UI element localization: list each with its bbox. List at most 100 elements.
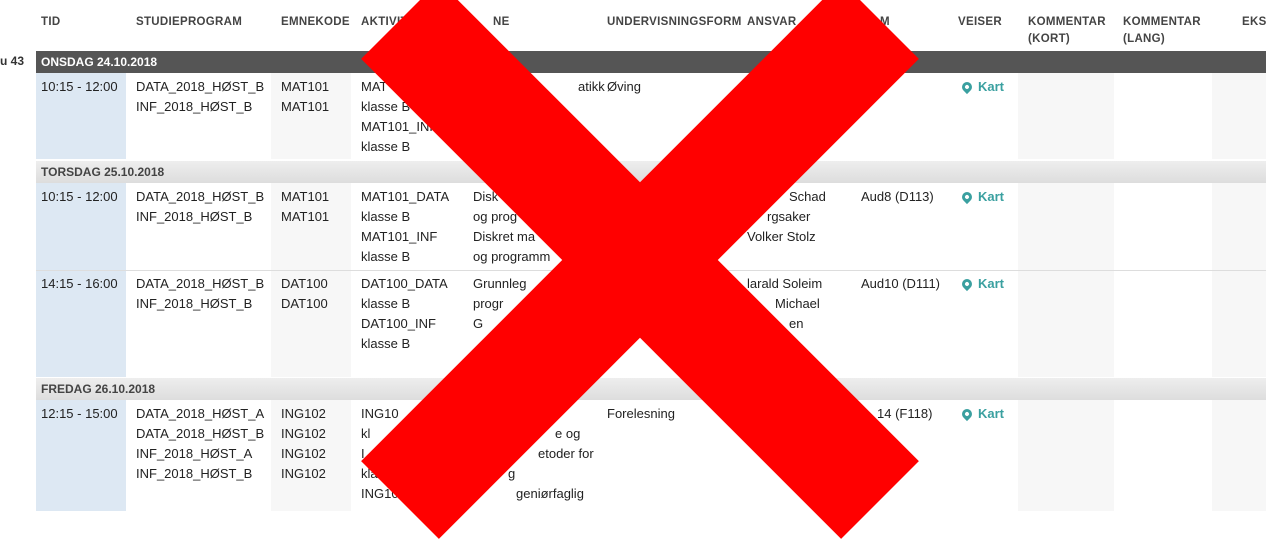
activity-item: I (361, 446, 365, 461)
code-cell: DAT100 DAT100 (281, 274, 328, 314)
program-item: DATA_2018_HØST_B (136, 189, 265, 204)
course-cell: Grunnleg progr G (473, 274, 526, 334)
course-cell: e og etoder for g geniørfaglig (508, 424, 594, 504)
program-item: INF_2018_HØST_B (136, 466, 253, 481)
header-studieprogram[interactable]: STUDIEPROGRAM (136, 14, 242, 31)
program-cell: DATA_2018_HØST_B INF_2018_HØST_B (136, 187, 264, 227)
map-pin-icon (959, 276, 975, 292)
header-emnekode[interactable]: EMNEKODE (281, 14, 350, 31)
week-label: u 43 (0, 54, 25, 68)
activity-item: ING10 (361, 406, 399, 421)
course-item: G (473, 316, 484, 331)
room-cell: Aud10 (D111) (861, 276, 941, 291)
activity-item: kl (361, 426, 371, 441)
header-veiviser[interactable]: VEISER (958, 14, 1002, 31)
program-item: DATA_2018_HØST_B (136, 79, 265, 94)
column-shade (1212, 73, 1266, 159)
activity-item: MAT (361, 79, 388, 94)
header-aktivitet[interactable]: AKTIVIT (361, 14, 408, 31)
activity-cell: MAT101_DATA klasse B MAT101_INF klasse B (361, 187, 449, 267)
time-cell: 10:15 - 12:00 (41, 79, 118, 94)
course-item: atikk (578, 79, 605, 94)
day-header-torsdag: TORSDAG 25.10.2018 (36, 161, 1266, 183)
course-item: geniørfaglig (516, 486, 584, 501)
day-header-onsdag: ONSDAG 24.10.2018 (36, 51, 1266, 73)
map-pin-icon (959, 406, 975, 422)
kart-link[interactable]: Kart (959, 404, 1005, 424)
header-tid[interactable]: TID (41, 14, 60, 31)
activity-item: DAT100_INF (361, 316, 436, 331)
program-cell: DATA_2018_HØST_B INF_2018_HØST_B (136, 77, 264, 117)
column-shade (1018, 400, 1114, 511)
activity-cell: ING10 kl I klas ING102_ (361, 404, 413, 504)
responsible-item: en (789, 316, 804, 331)
activity-item: klasse B (361, 336, 411, 351)
program-item: INF_2018_HØST_A (136, 446, 253, 461)
code-cell: MAT101 MAT101 (281, 77, 329, 117)
responsible-item: Schad (789, 189, 826, 204)
header-emnenavn[interactable]: NE (493, 14, 510, 31)
program-cell: DATA_2018_HØST_A DATA_2018_HØST_B INF_20… (136, 404, 264, 484)
activity-item: klas (361, 466, 385, 481)
header-ansvarlig[interactable]: ANSVAR (747, 14, 797, 31)
header-kommentar-lang[interactable]: KOMMENTAR (LANG) (1123, 14, 1203, 48)
responsible-item: Volker Stolz (747, 229, 816, 244)
room-cell: 14 (F118) (877, 406, 933, 421)
code-item: MAT101 (281, 79, 330, 94)
course-cell: atikk (578, 77, 605, 97)
column-shade (1212, 183, 1266, 377)
program-item: INF_2018_HØST_B (136, 99, 253, 114)
responsible-cell: larald Soleim Michael en (747, 274, 822, 334)
code-item: ING102 (281, 426, 326, 441)
activity-item: klasse B (361, 139, 411, 154)
day-header-fredag: FREDAG 26.10.2018 (36, 378, 1266, 400)
kart-link[interactable]: Kart (959, 187, 1004, 207)
form-cell: Øving (607, 79, 641, 94)
kart-link[interactable]: Kart (959, 77, 1004, 97)
course-item: og programm (473, 249, 551, 264)
map-pin-icon (959, 79, 975, 95)
responsible-item: Michael (775, 296, 820, 311)
activity-item: klasse B (361, 296, 411, 311)
activity-cell: DAT100_DATA klasse B DAT100_INF klasse B (361, 274, 448, 354)
course-cell: Disk og prog Diskret ma og programm (473, 187, 550, 267)
row-divider (36, 270, 1266, 271)
activity-item: DAT100_DATA (361, 276, 448, 291)
course-item: progr (473, 296, 504, 311)
course-item: e og (555, 426, 581, 441)
activity-item: klasse B (361, 99, 411, 114)
kart-label: Kart (978, 406, 1005, 421)
activity-item: klasse B (361, 249, 411, 264)
responsible-cell: Schad rgsaker Volker Stolz (747, 187, 826, 247)
program-item: DATA_2018_HØST_B (136, 426, 265, 441)
course-item: etoder for (538, 446, 594, 461)
code-item: MAT101 (281, 209, 330, 224)
time-cell: 10:15 - 12:00 (41, 189, 118, 204)
form-cell: Forelesning (607, 406, 675, 421)
kart-link[interactable]: Kart (959, 274, 1005, 294)
time-cell: 12:15 - 15:00 (41, 406, 118, 421)
responsible-item: rgsaker (767, 209, 811, 224)
kart-label: Kart (978, 276, 1005, 291)
room-cell: Aud8 (D113) (861, 189, 934, 204)
map-pin-icon (959, 189, 975, 205)
course-item: Diskret ma (473, 229, 536, 244)
header-eksamen[interactable]: EKSA (1242, 14, 1266, 31)
time-cell: 14:15 - 16:00 (41, 276, 118, 291)
course-item: Grunnleg (473, 276, 527, 291)
code-item: ING102 (281, 446, 326, 461)
header-undervisningsform[interactable]: UNDERVISNINGSFORM (607, 14, 742, 31)
activity-item: MAT101_INF (361, 119, 438, 134)
course-item: g (508, 466, 516, 481)
column-shade (1212, 400, 1266, 511)
activity-item: MAT101_INF (361, 229, 438, 244)
header-rom[interactable]: M (880, 14, 890, 31)
course-item: Disk (473, 189, 499, 204)
code-item: DAT100 (281, 276, 328, 291)
header-kommentar-kort[interactable]: KOMMENTAR (KORT) (1028, 14, 1108, 48)
program-item: DATA_2018_HØST_A (136, 406, 265, 421)
code-item: DAT100 (281, 296, 328, 311)
code-cell: ING102 ING102 ING102 ING102 (281, 404, 326, 484)
responsible-item: larald Soleim (747, 276, 823, 291)
column-shade (1018, 183, 1114, 377)
